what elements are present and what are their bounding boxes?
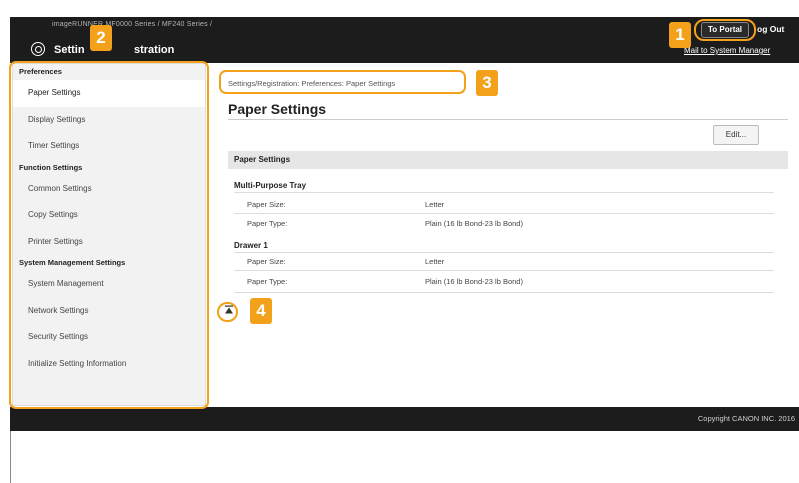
row-value: Plain (16 lb Bond-23 lb Bond) [425, 219, 523, 228]
app-title-continued: stration [134, 44, 175, 56]
annotation-badge-1: 1 [669, 22, 691, 48]
row-value: Plain (16 lb Bond-23 lb Bond) [425, 277, 523, 286]
annotation-ring-2 [9, 61, 209, 409]
copyright-text: Copyright CANON INC. 2016 [697, 414, 795, 423]
gear-icon [31, 42, 45, 56]
row-value: Letter [425, 257, 445, 266]
title-divider [228, 119, 788, 120]
row-label: Paper Size: [247, 200, 286, 209]
row-label: Paper Type: [247, 277, 288, 286]
annotation-ring-3 [219, 70, 466, 94]
annotation-badge-3: 3 [476, 70, 498, 96]
annotation-ring-4 [217, 302, 238, 322]
row-divider [234, 213, 774, 214]
log-out-link[interactable]: og Out [757, 24, 784, 34]
row-divider [234, 292, 774, 293]
group-title-drawer-1: Drawer 1 [234, 241, 268, 250]
device-model-text: imageRUNNER MF0000 Series / MF240 Series… [52, 21, 213, 28]
app-title: Settin [54, 44, 85, 56]
annotation-badge-4: 4 [250, 298, 272, 324]
group-title-multi-purpose-tray: Multi-Purpose Tray [234, 181, 307, 190]
page-title: Paper Settings [228, 101, 327, 117]
row-label: Paper Size: [247, 257, 286, 266]
annotation-badge-2: 2 [90, 25, 112, 51]
section-header-paper-settings: Paper Settings [228, 151, 788, 169]
mail-to-system-manager-link[interactable]: Mail to System Manager [684, 46, 770, 55]
group-divider [234, 192, 774, 193]
edit-button[interactable]: Edit... [713, 125, 759, 145]
page-edge-line [10, 431, 11, 483]
annotation-ring-1 [694, 19, 756, 41]
footer-bar: Copyright CANON INC. 2016 [10, 407, 799, 431]
row-value: Letter [425, 200, 445, 209]
group-divider [234, 252, 774, 253]
row-label: Paper Type: [247, 219, 288, 228]
row-divider [234, 270, 774, 271]
